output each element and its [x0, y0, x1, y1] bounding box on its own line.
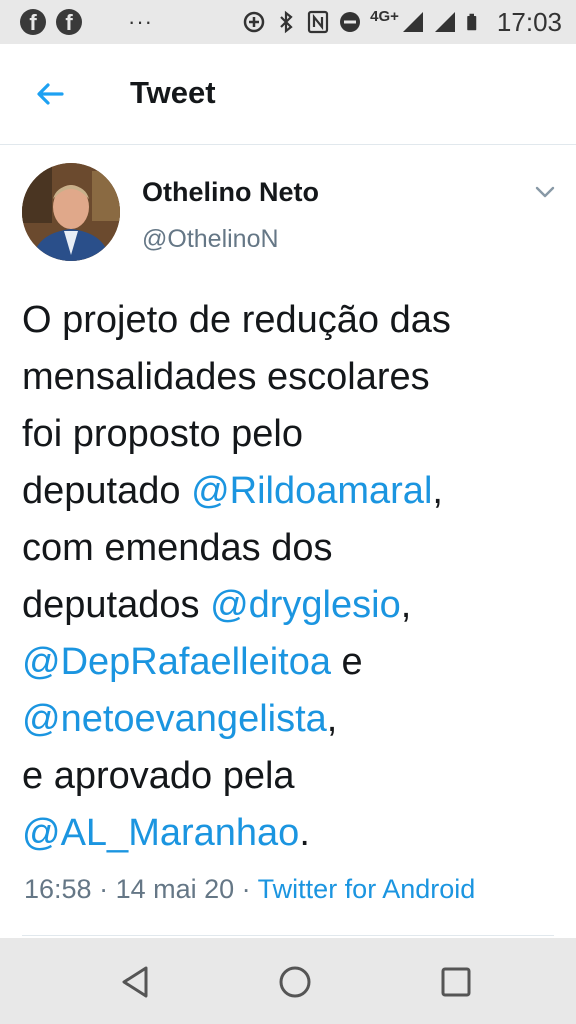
navigation-bar: [0, 938, 576, 1024]
home-circle-icon[interactable]: [275, 962, 315, 1002]
tweet-metadata: 16:58 · 14 mai 20 · Twitter for Android: [24, 874, 475, 905]
mention-link[interactable]: @DepRafaelleitoa: [22, 641, 331, 683]
avatar[interactable]: [22, 163, 120, 261]
tweet-text-line: @DepRafaelleitoa e: [22, 634, 562, 691]
tweet-text-line: com emendas dos: [22, 520, 562, 577]
more-notifications-icon: ···: [128, 9, 153, 34]
signal-icon: [402, 12, 423, 32]
tweet-text-line: foi proposto pelo: [22, 406, 562, 463]
bluetooth-icon: [280, 10, 293, 34]
page-title: Tweet: [130, 75, 216, 110]
mention-link[interactable]: @dryglesio: [210, 584, 401, 626]
tweet-text-segment: .: [299, 812, 310, 854]
author-name[interactable]: Othelino Neto: [142, 177, 319, 208]
tweet-text-line: mensalidades escolares: [22, 349, 562, 406]
tweet-text-segment: deputados: [22, 584, 211, 626]
mention-link[interactable]: @AL_Maranhao: [22, 812, 299, 854]
tweet-text-segment: O projeto de redução das: [22, 299, 451, 341]
tweet-text: O projeto de redução das mensalidades esc…: [22, 292, 562, 862]
chevron-down-icon[interactable]: [532, 182, 558, 202]
tweet-text-line: @netoevangelista,: [22, 691, 562, 748]
tweet-text-line: O projeto de redução das: [22, 292, 562, 349]
tweet-text-segment: ,: [432, 470, 443, 512]
tweet-text-segment: e aprovado pela: [22, 755, 295, 797]
tweet-text-line: e aprovado pela: [22, 748, 562, 805]
battery-icon: [467, 13, 477, 31]
facebook-notification-icon: f: [56, 9, 82, 35]
do-not-disturb-icon: [340, 12, 361, 32]
profile-photo: [22, 163, 120, 261]
data-saver-icon: [243, 11, 265, 33]
facebook-notification-icon: f: [20, 9, 46, 35]
tweet-text-segment: deputado: [22, 470, 192, 512]
network-type-label: 4G+: [370, 7, 399, 25]
divider: [22, 935, 554, 936]
status-bar: f f ··· 4G+ 17:03: [0, 0, 576, 44]
recents-square-icon[interactable]: [436, 962, 476, 1002]
tweet-text-line: deputado @Rildoamaral,: [22, 463, 562, 520]
tweet-date: 14 mai 20: [115, 874, 235, 904]
separator: ·: [91, 874, 116, 904]
app-header: Tweet: [0, 44, 576, 145]
nfc-icon: [308, 10, 329, 34]
tweet-time: 16:58: [24, 874, 92, 904]
tweet-text-segment: mensalidades escolares: [22, 356, 430, 398]
tweet-text-segment: foi proposto pelo: [22, 413, 303, 455]
tweet-text-segment: ,: [326, 698, 338, 740]
tweet-text-line: @AL_Maranhao.: [22, 805, 562, 862]
tweet-text-segment: e: [330, 641, 363, 683]
mention-link[interactable]: @netoevangelista: [22, 698, 327, 740]
signal-icon: [434, 12, 455, 32]
tweet-text-segment: com emendas dos: [22, 527, 333, 569]
clock: 17:03: [496, 6, 562, 37]
mention-link[interactable]: @Rildoamaral: [191, 470, 432, 512]
author-handle[interactable]: @OthelinoN: [142, 225, 279, 254]
tweet-source-link[interactable]: Twitter for Android: [258, 874, 476, 904]
back-arrow-icon[interactable]: [30, 74, 70, 114]
tweet-text-line: deputados @dryglesio,: [22, 577, 562, 634]
back-triangle-icon[interactable]: [116, 962, 156, 1002]
separator: ·: [234, 874, 258, 904]
tweet-text-segment: ,: [400, 584, 412, 626]
